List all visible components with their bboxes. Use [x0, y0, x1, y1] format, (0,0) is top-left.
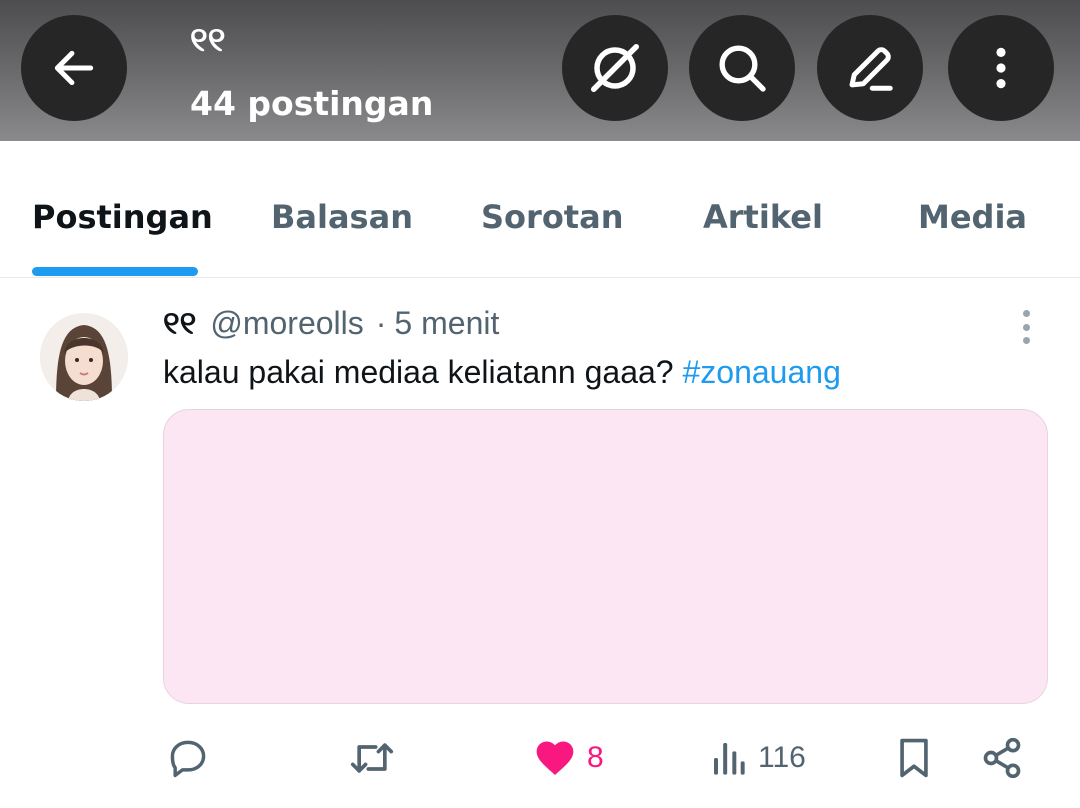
post-media[interactable]: [163, 409, 1048, 704]
avatar-image: [40, 313, 128, 401]
tab-sorotan[interactable]: Sorotan: [481, 197, 623, 237]
bookmark-button[interactable]: [892, 734, 936, 782]
retweet-icon: [350, 743, 394, 773]
views-icon: [714, 743, 745, 775]
more-dot-icon: [1022, 310, 1030, 317]
views-count: 116: [758, 741, 806, 774]
post-body: kalau pakai mediaa keliatann gaaa?: [163, 354, 683, 390]
arrow-left-icon: [54, 50, 94, 86]
more-options-button[interactable]: [948, 15, 1054, 121]
profile-tabs: Postingan Balasan Sorotan Artikel Media: [0, 141, 1080, 278]
tab-artikel[interactable]: Artikel: [703, 197, 823, 237]
grok-button[interactable]: [562, 15, 668, 121]
retweet-button[interactable]: [347, 734, 397, 782]
post-author-name[interactable]: ୧୧: [163, 304, 196, 343]
avatar[interactable]: [40, 313, 128, 401]
like-count: 8: [587, 741, 604, 774]
post-more-button[interactable]: [1010, 305, 1042, 349]
grok-icon: [591, 44, 639, 92]
post-hashtag[interactable]: #zonauang: [682, 354, 840, 390]
profile-name: ୧୧: [190, 20, 226, 60]
reply-icon: [170, 740, 206, 778]
compose-icon: [849, 47, 893, 91]
tab-media[interactable]: Media: [918, 197, 1027, 237]
more-dot-icon: [1022, 337, 1030, 344]
post-text: kalau pakai mediaa keliatann gaaa? #zona…: [163, 350, 841, 394]
post-author-handle[interactable]: @moreolls: [210, 305, 363, 342]
active-tab-indicator: [32, 267, 198, 276]
views-button[interactable]: 116: [710, 734, 806, 782]
back-button[interactable]: [21, 15, 127, 121]
post-header: ୧୧ @moreolls · 5 menit: [163, 302, 499, 344]
bookmark-icon: [900, 738, 928, 778]
like-button[interactable]: 8: [533, 734, 604, 782]
heart-icon: [536, 741, 574, 776]
search-button[interactable]: [689, 15, 795, 121]
share-icon: [983, 737, 1021, 779]
search-icon: [719, 45, 766, 92]
profile-header: ୧୧ 44 postingan: [0, 0, 1080, 141]
compose-button[interactable]: [817, 15, 923, 121]
post-separator: ·: [375, 304, 387, 341]
post-timestamp[interactable]: 5 menit: [394, 305, 499, 342]
more-dot-icon: [1022, 323, 1030, 331]
more-vertical-icon: [996, 47, 1006, 89]
tab-balasan[interactable]: Balasan: [271, 197, 413, 237]
post-count: 44 postingan: [190, 84, 434, 123]
reply-button[interactable]: [166, 734, 210, 782]
share-button[interactable]: [980, 734, 1024, 782]
tab-postingan[interactable]: Postingan: [32, 197, 213, 237]
